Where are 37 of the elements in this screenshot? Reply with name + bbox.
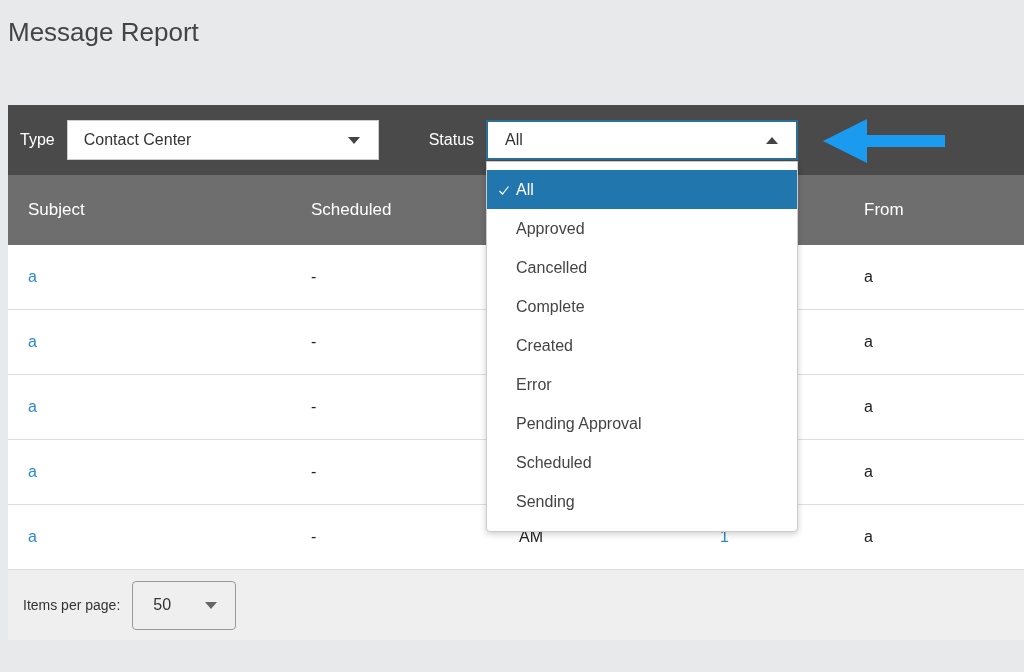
table-link[interactable]: a	[28, 463, 311, 481]
dropdown-option[interactable]: Complete	[487, 287, 798, 326]
dropdown-option[interactable]: Cancelled	[487, 248, 798, 287]
dropdown-option[interactable]: Pending Approval	[487, 404, 798, 443]
dropdown-option[interactable]: Approved	[487, 209, 798, 248]
caret-down-icon	[205, 601, 218, 609]
caret-up-icon	[766, 136, 779, 144]
dropdown-option[interactable]: Scheduled	[487, 443, 798, 482]
table-link[interactable]: a	[28, 398, 311, 416]
table-link[interactable]: a	[28, 333, 311, 351]
table-cell-text: -	[311, 333, 318, 351]
column-header[interactable]: Subject	[28, 200, 311, 220]
caret-down-icon	[347, 136, 360, 144]
table-cell-text: a	[864, 398, 874, 416]
table-cell-text: -	[311, 398, 318, 416]
table-cell-text: a	[864, 463, 874, 481]
page-title: Message Report	[8, 16, 200, 48]
dropdown-option[interactable]: Created	[487, 326, 798, 365]
filter-label: Type	[20, 131, 55, 149]
table-cell-text: -	[311, 268, 318, 286]
select-field[interactable]: All	[486, 120, 799, 160]
table-cell-text: a	[864, 528, 874, 546]
dropdown-option[interactable]: Error	[487, 365, 798, 404]
table-cell-text: -	[311, 528, 318, 546]
dropdown-option[interactable]: All	[487, 170, 798, 209]
table-cell-text: -	[311, 463, 318, 481]
page-size-select[interactable]: 50	[132, 580, 237, 630]
check-icon	[499, 186, 510, 195]
select-field[interactable]: Contact Center	[66, 120, 379, 160]
column-header[interactable]: From	[864, 200, 1024, 220]
table-cell-text: a	[864, 333, 874, 351]
table-link[interactable]: a	[28, 268, 311, 286]
filter-label: Status	[428, 131, 475, 149]
dropdown-option[interactable]: Sending	[487, 482, 798, 521]
items-per-page-label: Items per page:	[23, 597, 121, 613]
table-cell-text: a	[864, 268, 874, 286]
table-link[interactable]: a	[28, 528, 311, 546]
